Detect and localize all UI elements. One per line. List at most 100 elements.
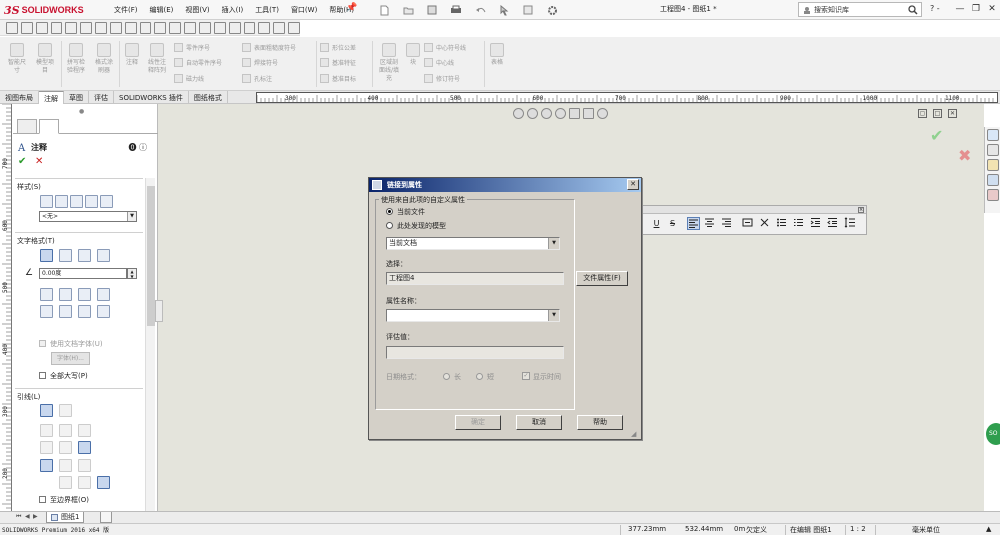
ok-check-icon[interactable]: ✔ [18, 156, 26, 167]
leader-right-icon[interactable] [59, 441, 72, 454]
stack-icon[interactable] [759, 217, 772, 230]
numbered-list-icon[interactable] [793, 217, 806, 230]
feature-tree-tab[interactable] [17, 119, 37, 134]
leader-bent-icon[interactable] [40, 424, 53, 437]
tab-sketch[interactable]: 草图 [64, 91, 89, 104]
confirm-corner-ok-icon[interactable]: ✔ [930, 126, 943, 145]
weld-symbol-button[interactable]: 焊接符号 [242, 58, 278, 67]
tab-addins[interactable]: SOLIDWORKS 插件 [114, 91, 189, 104]
add-symbol-icon[interactable] [59, 288, 72, 301]
date-short-radio[interactable] [476, 373, 483, 380]
area-hatch-button[interactable]: 区域剖 面线/填 充 [374, 43, 404, 83]
leader-left-icon[interactable] [40, 441, 53, 454]
section-view-icon[interactable] [569, 108, 580, 119]
linear-note-pattern-button[interactable]: 线性注 释阵列 [144, 43, 170, 75]
notification-badge-icon[interactable]: SO [986, 423, 1000, 445]
insert-gdt-icon[interactable] [40, 305, 53, 318]
leader-top-icon[interactable] [40, 459, 53, 472]
viewport-restore-icon[interactable]: ▢ [918, 109, 927, 118]
leader-auto-icon[interactable] [40, 404, 53, 417]
search-icon[interactable] [908, 4, 918, 15]
fillet-icon[interactable] [213, 21, 226, 34]
zoom-to-area-icon[interactable] [527, 108, 538, 119]
pin-icon[interactable]: 📌 [346, 3, 357, 13]
save-style-icon[interactable] [85, 195, 98, 208]
strikethrough-button[interactable]: S [666, 217, 679, 230]
tab-annotation[interactable]: 注解 [39, 91, 64, 104]
table-button[interactable]: 表格 [487, 43, 507, 67]
polygon-icon[interactable] [109, 21, 122, 34]
move-icon[interactable] [198, 21, 211, 34]
minimize-button[interactable]: — [952, 1, 968, 17]
style-group-header[interactable]: 样式(S) [17, 182, 143, 192]
align-center-button[interactable] [704, 217, 717, 230]
menu-edit[interactable]: 编辑(E) [144, 3, 180, 17]
leader-spline-icon[interactable] [78, 424, 91, 437]
menu-tools[interactable]: 工具(T) [249, 3, 285, 17]
align-left-icon[interactable] [40, 249, 53, 262]
property-manager-tab[interactable] [39, 119, 59, 134]
file-explorer-icon[interactable] [987, 159, 999, 171]
viewport-close-icon[interactable]: ✕ [948, 109, 957, 118]
underline-button[interactable]: U [650, 217, 663, 230]
revision-symbol-button[interactable]: 修订符号 [424, 74, 460, 83]
layer-icon[interactable] [273, 21, 286, 34]
offset-icon[interactable] [169, 21, 182, 34]
increase-indent-icon[interactable] [810, 217, 823, 230]
chamfer-icon[interactable] [228, 21, 241, 34]
justify-icon[interactable] [97, 249, 110, 262]
hatch-icon[interactable] [258, 21, 271, 34]
bulleted-list-icon[interactable] [776, 217, 789, 230]
menu-insert[interactable]: 插入(I) [216, 3, 250, 17]
circle-icon[interactable] [65, 21, 78, 34]
datum-target-button[interactable]: 基准目标 [320, 74, 356, 83]
menu-view[interactable]: 视图(V) [179, 3, 215, 17]
note-icon[interactable] [288, 21, 300, 34]
panel-grip-icon[interactable]: ● [79, 108, 84, 115]
view-palette-icon[interactable] [987, 174, 999, 186]
cancel-button[interactable]: 取消 [516, 415, 562, 430]
rotate-icon[interactable] [555, 108, 566, 119]
menu-window[interactable]: 窗口(W) [285, 3, 323, 17]
open-icon[interactable] [398, 3, 418, 17]
load-style-icon[interactable] [100, 195, 113, 208]
property-name-dropdown[interactable]: ▼ [386, 309, 560, 322]
use-doc-font-checkbox[interactable] [39, 340, 46, 347]
align-right-button[interactable] [721, 217, 734, 230]
surface-finish-button[interactable]: 表面粗糙度符号 [242, 43, 296, 52]
sheet-tab[interactable]: 图纸1 [46, 512, 85, 523]
tab-view-layout[interactable]: 视图布局 [0, 91, 39, 104]
align-left-button[interactable] [687, 217, 700, 230]
previous-view-icon[interactable] [541, 108, 552, 119]
source-dropdown[interactable]: 当前文档 ▼ [386, 237, 560, 250]
first-sheet-icon[interactable]: ⏮ [16, 513, 21, 521]
prev-sheet-icon[interactable]: ◀ [25, 513, 30, 520]
restore-button[interactable]: ❐ [968, 1, 984, 17]
style-dropdown[interactable]: <无> ▼ [39, 211, 137, 222]
balloon-button[interactable]: 零件序号 [174, 43, 210, 52]
dialog-title-bar[interactable]: 链接到属性 [369, 178, 641, 192]
arc-icon[interactable] [80, 21, 93, 34]
file-properties-button[interactable]: 文件属性(F) [576, 271, 628, 286]
mirror-icon[interactable] [184, 21, 196, 34]
all-caps-checkbox[interactable] [39, 372, 46, 379]
help-menu[interactable]: ? - [930, 4, 940, 13]
current-file-radio[interactable] [386, 208, 393, 215]
geometric-tolerance-button[interactable]: 形位公差 [320, 43, 356, 52]
note-button[interactable]: 注释 [121, 43, 143, 67]
help-button[interactable]: 帮助 [577, 415, 623, 430]
spline-icon[interactable] [124, 21, 137, 34]
resize-grip-icon[interactable]: ◢ [631, 430, 636, 438]
block-button[interactable]: 块 [405, 43, 421, 67]
scrollbar-thumb[interactable] [147, 186, 155, 326]
point-icon[interactable] [139, 21, 152, 34]
align-right-icon[interactable] [78, 249, 91, 262]
status-expand-icon[interactable]: ▲ [986, 525, 991, 533]
text-format-group-header[interactable]: 文字格式(T) [17, 236, 143, 246]
options-gear-icon[interactable] [542, 3, 562, 17]
rebuild-icon[interactable] [518, 3, 538, 17]
center-mark-button[interactable]: 中心符号线 [424, 43, 466, 52]
format-painter-button[interactable]: 格式涂 刷器 [91, 43, 117, 75]
datum-feature-symbol-icon[interactable] [78, 305, 91, 318]
centerline-button[interactable]: 中心线 [424, 58, 454, 67]
